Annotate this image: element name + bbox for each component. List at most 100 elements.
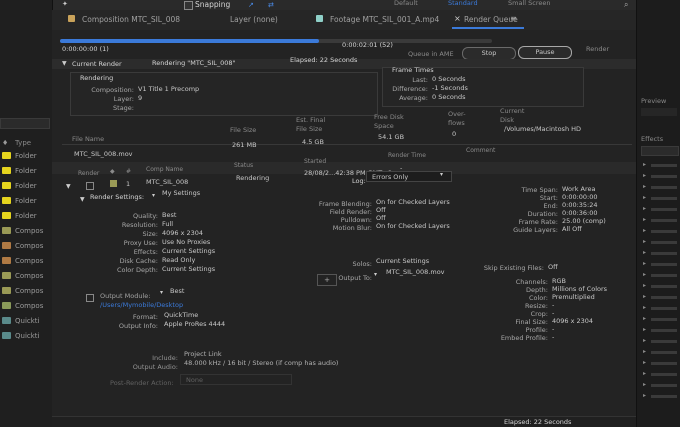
tab-composition[interactable]: Composition MTC_SIL_008 <box>82 15 180 24</box>
collapse-current-render-icon[interactable]: ▼ <box>62 60 67 67</box>
folder-color-swatch[interactable] <box>2 197 11 204</box>
effects-category-chevron-icon[interactable]: ▸ <box>643 239 646 245</box>
effects-category-chevron-icon[interactable]: ▸ <box>643 294 646 300</box>
folder-color-swatch[interactable] <box>2 227 11 234</box>
folder-color-swatch[interactable] <box>2 257 11 264</box>
effects-category-item[interactable] <box>651 208 677 211</box>
effects-category-item[interactable] <box>651 230 677 233</box>
effects-category-chevron-icon[interactable]: ▸ <box>643 195 646 201</box>
output-to-dropdown-icon[interactable]: ▾ <box>374 271 377 278</box>
queue-in-ame-button[interactable]: Queue in AME <box>408 51 454 58</box>
effects-category-chevron-icon[interactable]: ▸ <box>643 206 646 212</box>
render-setting-value: Read Only <box>162 256 196 264</box>
post-render-dropdown[interactable] <box>180 374 292 385</box>
effects-category-item[interactable] <box>651 318 677 321</box>
effects-category-chevron-icon[interactable]: ▸ <box>643 382 646 388</box>
folder-color-swatch[interactable] <box>2 302 11 309</box>
expand-queue-item-icon[interactable]: ▼ <box>66 183 71 190</box>
queue-comp-name[interactable]: MTC_SIL_008 <box>146 178 188 186</box>
render-setting-value: Current Settings <box>162 265 216 273</box>
output-module-checkbox[interactable] <box>86 294 94 302</box>
pause-button[interactable]: Pause <box>518 46 572 59</box>
folder-color-swatch[interactable] <box>2 332 11 339</box>
effects-category-item[interactable] <box>651 263 677 266</box>
effects-search[interactable] <box>641 146 679 156</box>
effects-category-item[interactable] <box>651 384 677 387</box>
folder-color-swatch[interactable] <box>2 287 11 294</box>
folder-color-swatch[interactable] <box>2 272 11 279</box>
folder-color-swatch[interactable] <box>2 317 11 324</box>
effects-category-item[interactable] <box>651 164 677 167</box>
folder-color-swatch[interactable] <box>2 167 11 174</box>
effects-category-chevron-icon[interactable]: ▸ <box>643 360 646 366</box>
effects-category-chevron-icon[interactable]: ▸ <box>643 327 646 333</box>
tab-footage[interactable]: Footage MTC_SIL_001_A.mp4 <box>330 15 439 24</box>
effects-category-chevron-icon[interactable]: ▸ <box>643 184 646 190</box>
free-disk-header: Free Disk Space <box>374 113 404 130</box>
effects-category-chevron-icon[interactable]: ▸ <box>643 228 646 234</box>
effects-category-item[interactable] <box>651 186 677 189</box>
render-setting-label: Start: <box>539 194 558 202</box>
effects-category-chevron-icon[interactable]: ▸ <box>643 250 646 256</box>
snapping-checkbox[interactable] <box>184 1 193 10</box>
expand-render-settings-icon[interactable]: ▼ <box>80 196 85 203</box>
render-setting-label: Color Depth: <box>116 266 158 274</box>
folder-color-swatch[interactable] <box>2 212 11 219</box>
output-path-link[interactable]: /Users/Mymobile/Desktop <box>100 302 183 309</box>
folder-color-swatch[interactable] <box>2 242 11 249</box>
tab-layer[interactable]: Layer (none) <box>230 15 278 24</box>
effects-category-item[interactable] <box>651 340 677 343</box>
workspace-standard[interactable]: Standard <box>448 0 478 7</box>
effects-category-chevron-icon[interactable]: ▸ <box>643 217 646 223</box>
effects-category-chevron-icon[interactable]: ▸ <box>643 338 646 344</box>
search-icon[interactable]: ⌕ <box>624 0 628 10</box>
effects-category-item[interactable] <box>651 395 677 398</box>
effects-category-chevron-icon[interactable]: ▸ <box>643 261 646 267</box>
effects-panel-title[interactable]: Effects <box>641 136 663 143</box>
effects-category-item[interactable] <box>651 197 677 200</box>
snap-icon[interactable]: ↗ <box>248 1 254 9</box>
workspace-small-screen[interactable]: Small Screen <box>508 0 550 7</box>
preview-panel-title[interactable]: Preview <box>641 98 666 105</box>
effects-category-item[interactable] <box>651 219 677 222</box>
project-search-box[interactable] <box>0 118 50 129</box>
workspace-default[interactable]: Default <box>394 0 418 7</box>
effects-category-chevron-icon[interactable]: ▸ <box>643 173 646 179</box>
effects-category-item[interactable] <box>651 241 677 244</box>
close-tab-icon[interactable]: × <box>454 14 461 23</box>
effects-category-chevron-icon[interactable]: ▸ <box>643 272 646 278</box>
effects-category-chevron-icon[interactable]: ▸ <box>643 283 646 289</box>
started-header: Started <box>304 158 327 165</box>
label-color-swatch[interactable] <box>110 180 117 187</box>
output-to-value[interactable]: MTC_SIL_008.mov <box>386 268 445 276</box>
effects-category-item[interactable] <box>651 296 677 299</box>
render-settings-value[interactable]: My Settings <box>162 189 200 197</box>
output-module-value[interactable]: Best <box>170 287 184 295</box>
effects-category-chevron-icon[interactable]: ▸ <box>643 316 646 322</box>
effects-category-item[interactable] <box>651 285 677 288</box>
effects-category-item[interactable] <box>651 274 677 277</box>
effects-category-item[interactable] <box>651 307 677 310</box>
output-setting-value: - <box>552 325 555 333</box>
effects-category-chevron-icon[interactable]: ▸ <box>643 305 646 311</box>
render-settings-dropdown-icon[interactable]: ▾ <box>152 192 155 199</box>
render-checkbox[interactable] <box>86 182 94 190</box>
puppet-tool-icon[interactable]: ✦ <box>62 1 70 8</box>
effects-category-chevron-icon[interactable]: ▸ <box>643 393 646 399</box>
effects-category-chevron-icon[interactable]: ▸ <box>643 162 646 168</box>
effects-category-item[interactable] <box>651 373 677 376</box>
effects-category-chevron-icon[interactable]: ▸ <box>643 349 646 355</box>
effects-category-item[interactable] <box>651 351 677 354</box>
output-module-dropdown-icon[interactable]: ▾ <box>160 289 163 296</box>
folder-color-swatch[interactable] <box>2 152 11 159</box>
folder-color-swatch[interactable] <box>2 182 11 189</box>
effects-category-chevron-icon[interactable]: ▸ <box>643 371 646 377</box>
preview-controls[interactable] <box>641 108 677 116</box>
effects-category-item[interactable] <box>651 329 677 332</box>
effects-category-item[interactable] <box>651 252 677 255</box>
snap-edges-icon[interactable]: ⇄ <box>268 1 274 9</box>
effects-category-item[interactable] <box>651 175 677 178</box>
render-button[interactable]: Render <box>586 46 609 53</box>
effects-category-item[interactable] <box>651 362 677 365</box>
panel-menu-icon[interactable]: ≡ <box>510 14 517 23</box>
